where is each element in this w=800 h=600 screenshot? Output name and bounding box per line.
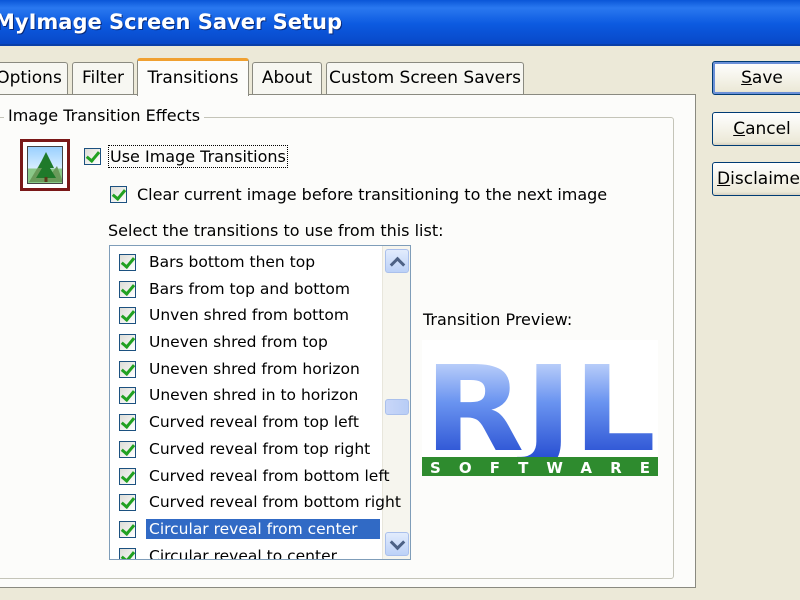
scroll-thumb[interactable] <box>385 399 409 415</box>
list-item-label: Uneven shred from top <box>149 333 328 352</box>
logo-main-text: RJL <box>424 340 656 476</box>
save-button[interactable]: Save <box>712 61 800 95</box>
tab-about[interactable]: About <box>252 62 322 94</box>
list-item[interactable]: Uneven shred from horizon <box>110 356 382 383</box>
tab-filter-label: Filter <box>81 68 125 88</box>
rjl-software-logo: RJL SOFTWARE <box>422 340 658 476</box>
transition-preview: RJL SOFTWARE <box>422 340 658 476</box>
list-item-label: Curved reveal from top right <box>149 439 371 458</box>
list-item-checkbox[interactable] <box>119 494 136 512</box>
clear-image-checkbox[interactable] <box>110 186 127 203</box>
use-transitions-checkbox[interactable] <box>84 148 101 165</box>
list-item-checkbox[interactable] <box>119 467 136 485</box>
save-hotkey: S <box>741 68 752 88</box>
list-item-checkbox[interactable] <box>119 280 136 298</box>
list-item-label: Curved reveal from bottom left <box>149 466 390 485</box>
list-item-checkbox[interactable] <box>119 334 136 352</box>
list-item-checkbox[interactable] <box>119 547 136 559</box>
list-item-label: Circular reveal from center <box>146 518 380 539</box>
transitions-list[interactable]: Bars bottom then top Bars from top and b… <box>109 245 411 560</box>
list-item[interactable]: Curved reveal from top left <box>110 409 382 436</box>
cancel-button[interactable]: Cancel <box>712 112 800 146</box>
list-item-checkbox[interactable] <box>119 360 136 378</box>
use-transitions-label[interactable]: Use Image Transitions <box>108 145 288 168</box>
image-transition-icon <box>20 139 70 191</box>
list-item[interactable]: Curved reveal from bottom left <box>110 463 390 490</box>
cancel-hotkey: C <box>733 119 746 139</box>
list-item[interactable]: Circular reveal to center <box>110 543 382 560</box>
list-item-checkbox[interactable] <box>119 387 136 405</box>
list-item[interactable]: Curved reveal from bottom right <box>110 489 401 516</box>
list-item-checkbox[interactable] <box>119 414 136 432</box>
disclaimer-hotkey: D <box>717 169 731 189</box>
disclaimer-rest: isclaimer <box>730 169 800 189</box>
preview-label: Transition Preview: <box>423 310 573 329</box>
list-item[interactable]: Bars bottom then top <box>110 249 382 276</box>
list-item-label: Curved reveal from bottom right <box>149 493 401 512</box>
tab-about-label: About <box>261 68 313 88</box>
cancel-rest: ancel <box>745 119 791 139</box>
tab-custom-screen-savers-label: Custom Screen Savers <box>329 68 521 88</box>
disclaimer-button[interactable]: Disclaimer <box>712 162 800 196</box>
list-item[interactable]: Uneven shred from top <box>110 329 382 356</box>
clear-image-label[interactable]: Clear current image before transitioning… <box>137 185 607 204</box>
scroll-down-arrow-icon[interactable] <box>385 532 409 556</box>
tab-transitions-label: Transitions <box>147 68 239 88</box>
list-item-label: Bars bottom then top <box>149 253 316 271</box>
tab-custom-screen-savers[interactable]: Custom Screen Savers <box>326 62 524 94</box>
list-item-selected[interactable]: Circular reveal from center <box>110 516 382 543</box>
list-item-label: Unven shred from bottom <box>149 306 349 325</box>
list-item-label: Curved reveal from top left <box>149 413 359 432</box>
scroll-up-arrow-icon[interactable] <box>385 249 409 273</box>
group-label: Image Transition Effects <box>4 106 205 125</box>
logo-banner <box>422 457 658 476</box>
list-item-checkbox[interactable] <box>119 307 136 325</box>
list-item-checkbox[interactable] <box>119 254 136 271</box>
list-label: Select the transitions to use from this … <box>108 221 444 240</box>
tab-options[interactable]: Options <box>0 62 68 94</box>
list-item-label: Uneven shred in to horizon <box>149 386 359 405</box>
list-item[interactable]: Unven shred from bottom <box>110 302 382 329</box>
save-rest: ave <box>751 68 783 88</box>
window-title: MyImage Screen Saver Setup <box>0 10 342 34</box>
list-item-label: Circular reveal to center <box>149 546 337 560</box>
list-item[interactable]: Uneven shred in to horizon <box>110 382 382 409</box>
tab-transitions[interactable]: Transitions <box>137 58 249 96</box>
tab-filter[interactable]: Filter <box>72 62 134 94</box>
tab-options-label: Options <box>0 68 62 88</box>
list-item-checkbox[interactable] <box>119 440 136 458</box>
list-item[interactable]: Bars from top and bottom <box>110 276 382 303</box>
list-item[interactable]: Curved reveal from top right <box>110 436 382 463</box>
title-bar[interactable]: MyImage Screen Saver Setup <box>0 0 800 46</box>
list-item-label: Uneven shred from horizon <box>149 359 360 378</box>
list-item-label: Bars from top and bottom <box>149 279 350 298</box>
list-item-checkbox[interactable] <box>119 520 136 538</box>
